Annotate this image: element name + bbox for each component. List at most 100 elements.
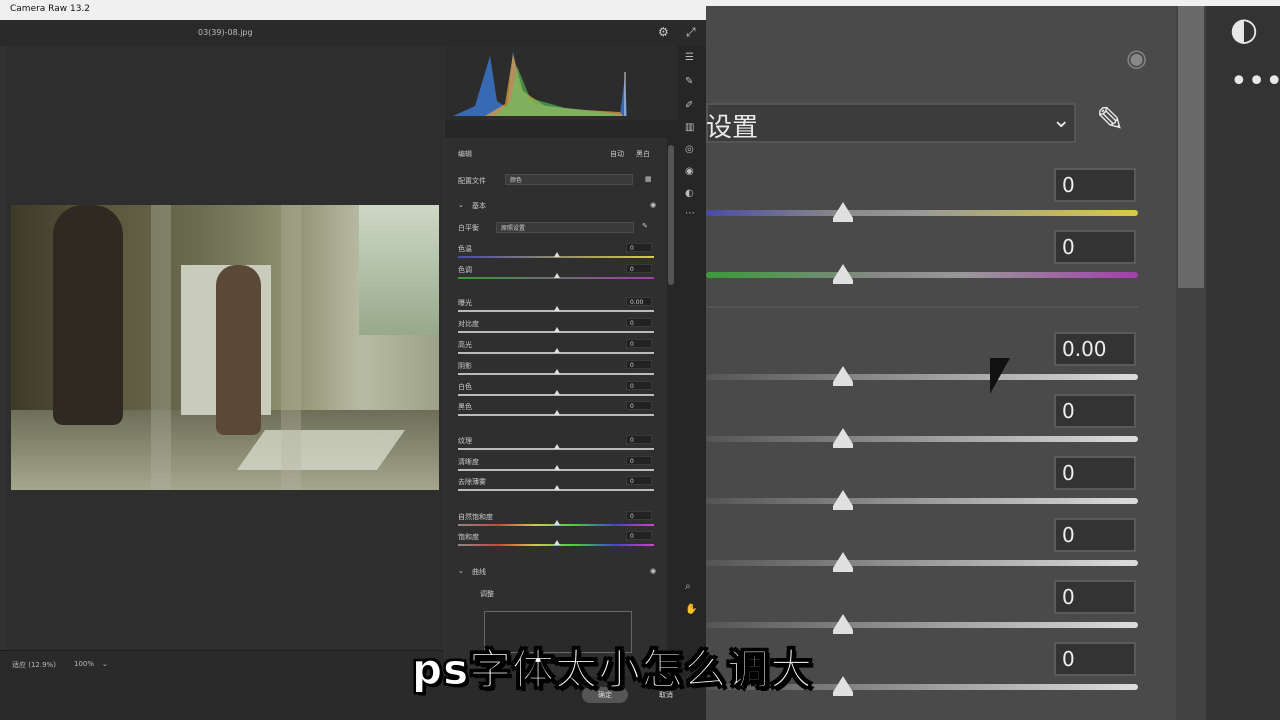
presets-icon[interactable]: ◐	[1230, 10, 1258, 48]
slider-label: 阴影	[458, 362, 472, 370]
zoom-wb-select[interactable]	[706, 103, 1076, 143]
profile-select[interactable]: 颜色	[505, 174, 633, 185]
zoom-slider-value[interactable]: 0	[1054, 230, 1136, 264]
slider-thumb[interactable]	[554, 485, 560, 490]
profile-browser-icon[interactable]: ▦	[645, 175, 652, 183]
chevron-down-icon[interactable]: ⌄	[458, 567, 464, 575]
zoom-wb-value: 设置	[706, 113, 759, 143]
wb-label: 白平衡	[458, 224, 479, 232]
more-icon[interactable]: ⋯	[685, 208, 695, 219]
brush-icon[interactable]: ✐	[685, 100, 693, 111]
crop-icon[interactable]: ✎	[685, 76, 693, 87]
fit-zoom-label[interactable]: 适应 (12.9%)	[12, 660, 56, 670]
zoom-slider-thumb[interactable]	[833, 490, 853, 510]
more-icon[interactable]: •••	[1230, 64, 1280, 99]
slider-thumb[interactable]	[554, 348, 560, 353]
zoom-slider-value[interactable]: 0	[1054, 394, 1136, 428]
zoom-slider-value[interactable]: 0	[1054, 456, 1136, 490]
eye-icon[interactable]: ◉	[650, 201, 656, 209]
edit-icon[interactable]: ☰	[685, 52, 694, 63]
zoom-slider-track[interactable]	[706, 210, 1138, 216]
slider-value[interactable]: 0	[626, 264, 652, 273]
slider-label: 色温	[458, 245, 472, 253]
zoom-icon[interactable]: ⌕	[685, 581, 691, 592]
zoom-slider-thumb[interactable]	[833, 428, 853, 448]
zoom-slider-thumb[interactable]	[833, 552, 853, 572]
profile-label: 配置文件	[458, 177, 486, 185]
curves-section-title[interactable]: 曲线	[472, 567, 486, 577]
zoom-slider-value[interactable]: 0	[1054, 580, 1136, 614]
mouse-cursor	[990, 358, 1010, 394]
bw-button[interactable]: 黑白	[636, 149, 650, 159]
slider-thumb[interactable]	[554, 273, 560, 278]
chevron-down-icon[interactable]: ⌄	[102, 660, 108, 668]
slider-thumb[interactable]	[554, 444, 560, 449]
zoom-scrollbar-thumb[interactable]	[1178, 6, 1204, 288]
slider-value[interactable]: 0	[626, 456, 652, 465]
histogram-graph	[453, 51, 627, 116]
slider-value[interactable]: 0	[626, 511, 652, 520]
zoom-slider-track[interactable]	[706, 560, 1138, 566]
slider-value[interactable]: 0	[626, 339, 652, 348]
slider-thumb[interactable]	[554, 306, 560, 311]
redeye-icon[interactable]: ◉	[685, 166, 694, 177]
wb-select[interactable]: 原照设置	[496, 222, 634, 233]
top-toolbar: 03(39)-08.jpg ⚙ ⤢	[0, 20, 706, 46]
eye-icon[interactable]: ◉	[1126, 44, 1147, 72]
slider-thumb[interactable]	[554, 465, 560, 470]
slider-value[interactable]: 0	[626, 401, 652, 410]
eyedropper-icon[interactable]: ✎	[642, 222, 648, 230]
slider-thumb[interactable]	[554, 390, 560, 395]
title-bar: Camera Raw 13.2	[0, 0, 706, 21]
eye-icon[interactable]: ◉	[650, 567, 656, 575]
zoom-slider-thumb[interactable]	[833, 264, 853, 284]
panel-scrollbar[interactable]	[668, 145, 674, 285]
slider-label: 对比度	[458, 320, 479, 328]
chevron-down-icon[interactable]: ⌄	[458, 201, 464, 209]
slider-value[interactable]: 0	[626, 360, 652, 369]
slider-thumb[interactable]	[554, 540, 560, 545]
slider-value[interactable]: 0.00	[626, 297, 652, 306]
radial-icon[interactable]: ◎	[685, 144, 694, 155]
zoom-slider-thumb[interactable]	[833, 202, 853, 222]
chevron-down-icon[interactable]: ⌄	[1052, 108, 1070, 133]
zoom-slider-track[interactable]	[706, 374, 1138, 380]
zoom-slider-value[interactable]: 0	[1054, 642, 1136, 676]
slider-thumb[interactable]	[554, 369, 560, 374]
zoom-slider-track[interactable]	[706, 272, 1138, 278]
slider-value[interactable]: 0	[626, 476, 652, 485]
slider-thumb[interactable]	[554, 410, 560, 415]
slider-value[interactable]: 0	[626, 318, 652, 327]
slider-thumb[interactable]	[554, 252, 560, 257]
zoom-tool-strip	[1206, 6, 1280, 720]
zoom-slider-value[interactable]: 0.00	[1054, 332, 1136, 366]
zoom-slider-value[interactable]: 0	[1054, 518, 1136, 552]
hand-icon[interactable]: ✋	[685, 604, 697, 615]
slider-value[interactable]: 0	[626, 243, 652, 252]
zoom-slider-track[interactable]	[706, 622, 1138, 628]
auto-button[interactable]: 自动	[610, 149, 624, 159]
fullscreen-icon[interactable]: ⤢	[686, 25, 696, 40]
slider-thumb[interactable]	[554, 520, 560, 525]
histogram	[445, 46, 677, 120]
slider-thumb[interactable]	[554, 327, 560, 332]
zoom-value[interactable]: 100%	[74, 660, 94, 668]
basic-section-title[interactable]: 基本	[472, 201, 486, 211]
settings-icon[interactable]: ⚙	[658, 25, 669, 39]
gradient-icon[interactable]: ▥	[685, 122, 694, 133]
zoom-slider-thumb[interactable]	[833, 614, 853, 634]
presets-icon[interactable]: ◐	[685, 188, 694, 199]
zoom-slider-thumb[interactable]	[833, 366, 853, 386]
zoom-slider-thumb[interactable]	[833, 676, 853, 696]
zoom-slider-track[interactable]	[706, 436, 1138, 442]
tab-edit[interactable]: 编辑	[458, 149, 472, 159]
slider-value[interactable]: 0	[626, 531, 652, 540]
preview-image	[11, 205, 439, 490]
slider-label: 纹理	[458, 437, 472, 445]
slider-value[interactable]: 0	[626, 435, 652, 444]
zoom-slider-track[interactable]	[706, 498, 1138, 504]
zoom-slider-value[interactable]: 0	[1054, 168, 1136, 202]
eyedropper-icon[interactable]: ✎	[1096, 100, 1125, 140]
camera-raw-window: Camera Raw 13.2 03(39)-08.jpg ⚙ ⤢ 适应 (12…	[0, 0, 706, 720]
slider-value[interactable]: 0	[626, 381, 652, 390]
